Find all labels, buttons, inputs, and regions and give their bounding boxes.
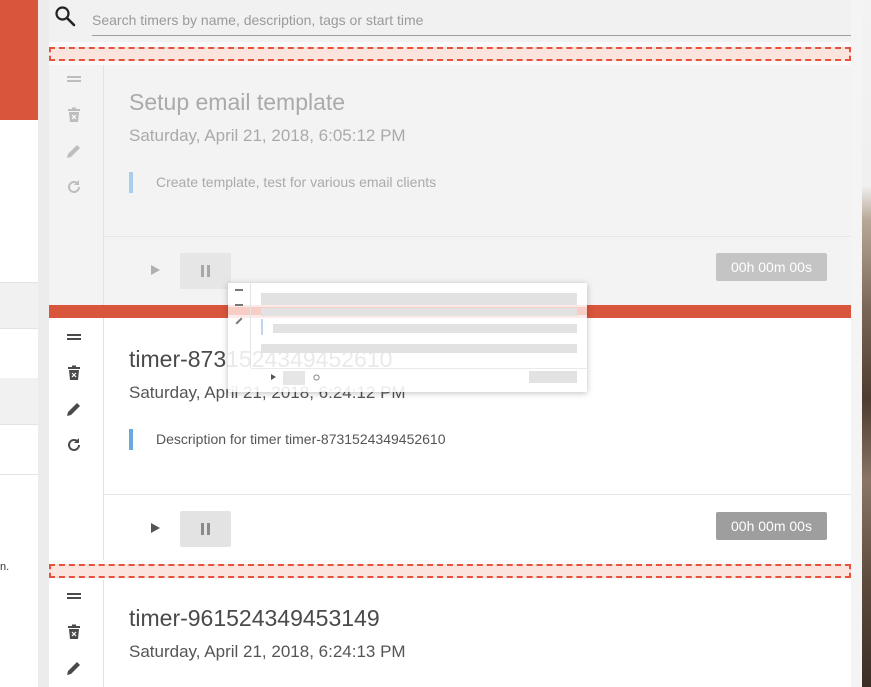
drag-preview-desc-bar xyxy=(261,319,263,335)
edit-icon[interactable] xyxy=(65,142,83,160)
timer-description: Description for timer timer-873152434945… xyxy=(129,429,446,450)
delete-icon[interactable] xyxy=(65,364,83,382)
edit-icon[interactable] xyxy=(65,400,83,418)
reset-icon[interactable] xyxy=(65,436,83,454)
pause-button[interactable] xyxy=(180,253,231,289)
pause-icon xyxy=(201,523,210,535)
timer-start-time: Saturday, April 21, 2018, 6:05:12 PM xyxy=(129,126,406,145)
card-divider xyxy=(104,236,851,237)
drag-preview-counter xyxy=(529,371,577,383)
edit-icon[interactable] xyxy=(65,659,83,677)
reset-icon xyxy=(313,374,320,381)
drag-preview-title xyxy=(261,293,577,305)
background-text-fragment: n. xyxy=(0,561,10,573)
drag-handle-icon xyxy=(235,289,243,291)
elapsed-time-badge: 00h 00m 00s xyxy=(716,253,827,281)
background-row xyxy=(0,283,38,328)
background-header xyxy=(0,0,38,120)
background-divider xyxy=(0,328,38,329)
pause-button[interactable] xyxy=(180,511,231,547)
timer-title: Setup email template xyxy=(129,89,346,115)
delete-icon[interactable] xyxy=(65,623,83,641)
drop-zone-bottom xyxy=(49,564,851,578)
pause-icon xyxy=(201,265,210,277)
drag-preview-separator xyxy=(251,368,587,369)
timer-actions-rail xyxy=(49,580,104,687)
drag-preview-time xyxy=(261,308,577,316)
card-divider xyxy=(104,494,851,495)
timer-card[interactable]: timer-961524349453149 Saturday, April 21… xyxy=(49,580,851,687)
drag-preview-rail xyxy=(228,283,251,368)
timer-actions-rail xyxy=(49,318,104,560)
search-bar xyxy=(49,0,851,42)
timer-start-time: Saturday, April 21, 2018, 6:24:13 PM xyxy=(129,642,406,661)
timer-description: Create template, test for various email … xyxy=(129,172,436,193)
timer-title: timer-961524349453149 xyxy=(129,605,380,631)
background-divider xyxy=(0,474,38,475)
delete-icon xyxy=(235,304,243,306)
play-icon xyxy=(271,374,276,380)
drag-handle-icon[interactable] xyxy=(65,70,83,88)
elapsed-time-badge: 00h 00m 00s xyxy=(716,512,827,540)
drag-preview-description xyxy=(273,324,577,333)
background-row xyxy=(0,378,38,424)
play-icon[interactable] xyxy=(149,522,161,534)
wallpaper-edge xyxy=(851,0,862,687)
reset-icon[interactable] xyxy=(65,178,83,196)
play-icon[interactable] xyxy=(149,264,161,276)
drag-preview-divider xyxy=(261,344,577,353)
delete-icon[interactable] xyxy=(65,106,83,124)
timer-actions-rail xyxy=(49,65,104,305)
background-app: n. xyxy=(0,0,38,687)
drag-preview xyxy=(228,283,587,392)
edit-icon xyxy=(235,317,243,325)
search-icon[interactable] xyxy=(53,4,77,28)
panel-gutter xyxy=(38,0,49,687)
drop-zone-top xyxy=(49,47,851,61)
desktop-wallpaper xyxy=(851,0,871,687)
pause-icon xyxy=(283,371,305,385)
background-divider xyxy=(0,424,38,425)
search-input[interactable] xyxy=(92,4,851,36)
drag-handle-icon[interactable] xyxy=(65,587,83,605)
timer-card[interactable]: Setup email template Saturday, April 21,… xyxy=(49,65,851,305)
drag-handle-icon[interactable] xyxy=(65,328,83,346)
